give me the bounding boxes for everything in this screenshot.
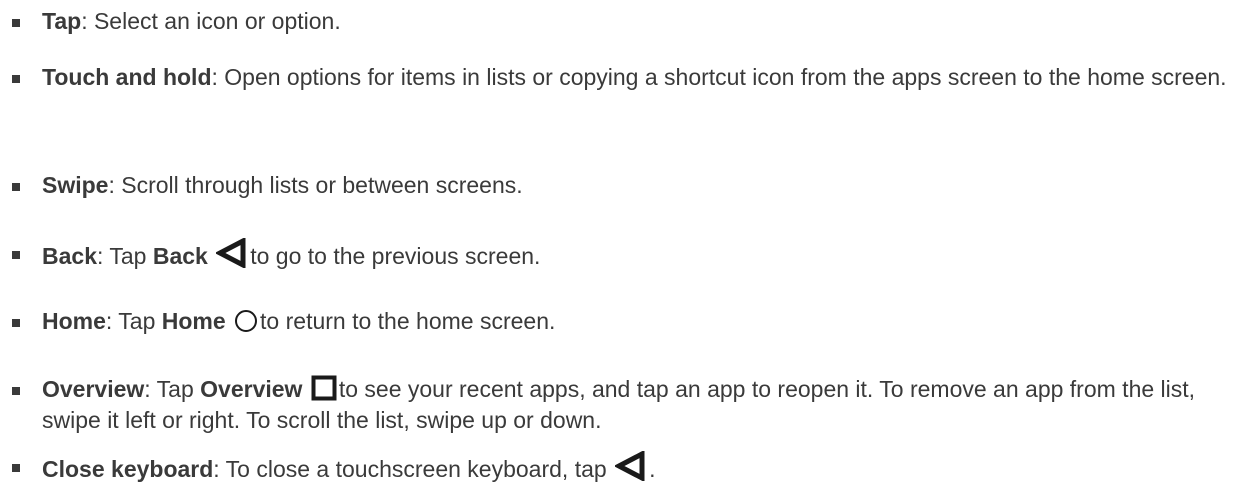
item-text-after: to go to the previous screen. [250,243,541,269]
bullet [12,387,20,395]
bullet [12,464,20,472]
button-name: Back [152,243,208,269]
list-item-home: Home: Tap Home to return to the home scr… [12,306,1232,337]
gesture-list: Tap: Select an icon or option. Touch and… [0,0,1250,503]
item-text-before: : Tap [96,243,153,269]
list-item-touch-and-hold: Touch and hold: Open options for items i… [12,62,1232,93]
term-label: Touch and hold [42,64,212,90]
item-text-after: . [649,456,656,482]
list-item-swipe: Swipe: Scroll through lists or between s… [12,170,1232,201]
term-label: Tap [42,8,82,34]
term-label: Overview [42,376,145,402]
home-circle-icon [235,310,258,332]
bullet [12,19,20,27]
item-text-before: : Tap [144,376,201,402]
item-text-before: : Tap [105,308,162,334]
term-label: Swipe [42,172,109,198]
item-text-after: to return to the home screen. [260,308,556,334]
bullet [12,319,20,327]
bullet [12,183,20,191]
back-triangle-icon [615,451,645,481]
term-label: Back [42,243,97,269]
item-description: : Scroll through lists or between screen… [108,172,523,198]
button-name: Overview [200,376,303,402]
item-description: : Open options for items in lists or cop… [211,64,1227,90]
item-description: : Select an icon or option. [81,8,341,34]
list-item-overview: Overview: Tap Overview to see your recen… [12,374,1232,436]
list-item-close-keyboard: Close keyboard: To close a touchscreen k… [12,451,1232,485]
button-name: Home [161,308,226,334]
term-label: Close keyboard [42,456,214,482]
back-triangle-icon [216,238,246,268]
list-item-back: Back: Tap Back to go to the previous scr… [12,238,1232,272]
bullet [12,75,20,83]
bullet [12,251,20,259]
term-label: Home [42,308,106,334]
overview-square-icon [311,375,337,401]
list-item-tap: Tap: Select an icon or option. [12,6,1232,37]
item-text-before: : To close a touchscreen keyboard, tap [213,456,614,482]
